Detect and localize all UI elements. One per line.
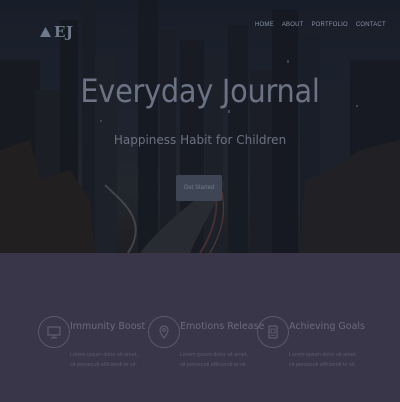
logo-triangle-icon bbox=[40, 27, 51, 37]
feature-icon-circle bbox=[38, 316, 70, 348]
feature-title: Emotions Release bbox=[180, 321, 265, 332]
nav-portfolio[interactable]: PORTFOLIO bbox=[311, 22, 347, 28]
feature-title: Achieving Goals bbox=[289, 321, 365, 332]
brand-logo[interactable]: EJ bbox=[40, 23, 74, 41]
feature-description: Lorem ipsum dolor sit amet, sit persecut… bbox=[70, 352, 138, 368]
feature-title: Immunity Boost bbox=[70, 321, 146, 332]
logo-text: EJ bbox=[54, 23, 74, 41]
feature-description: Lorem ipsum dolor sit amet, sit persecut… bbox=[180, 352, 248, 368]
feature-description: Lorem ipsum dolor sit amet, sit persecut… bbox=[289, 352, 357, 368]
feature-icon-circle bbox=[257, 316, 289, 348]
get-started-button[interactable]: Get Started bbox=[176, 175, 222, 201]
main-nav: HOME ABOUT PORTFOLIO CONTACT bbox=[255, 22, 386, 28]
nav-about[interactable]: ABOUT bbox=[282, 22, 304, 28]
monitor-icon bbox=[47, 326, 61, 339]
tablet-icon bbox=[268, 325, 278, 339]
feature-icon-circle bbox=[148, 316, 180, 348]
hero-title: Everyday Journal bbox=[80, 72, 320, 110]
nav-contact[interactable]: CONTACT bbox=[356, 22, 386, 28]
hero-section: EJ HOME ABOUT PORTFOLIO CONTACT Everyday… bbox=[0, 0, 400, 253]
location-pin-icon bbox=[159, 325, 169, 339]
nav-home[interactable]: HOME bbox=[255, 22, 274, 28]
hero-subtitle: Happiness Habit for Children bbox=[113, 133, 287, 147]
